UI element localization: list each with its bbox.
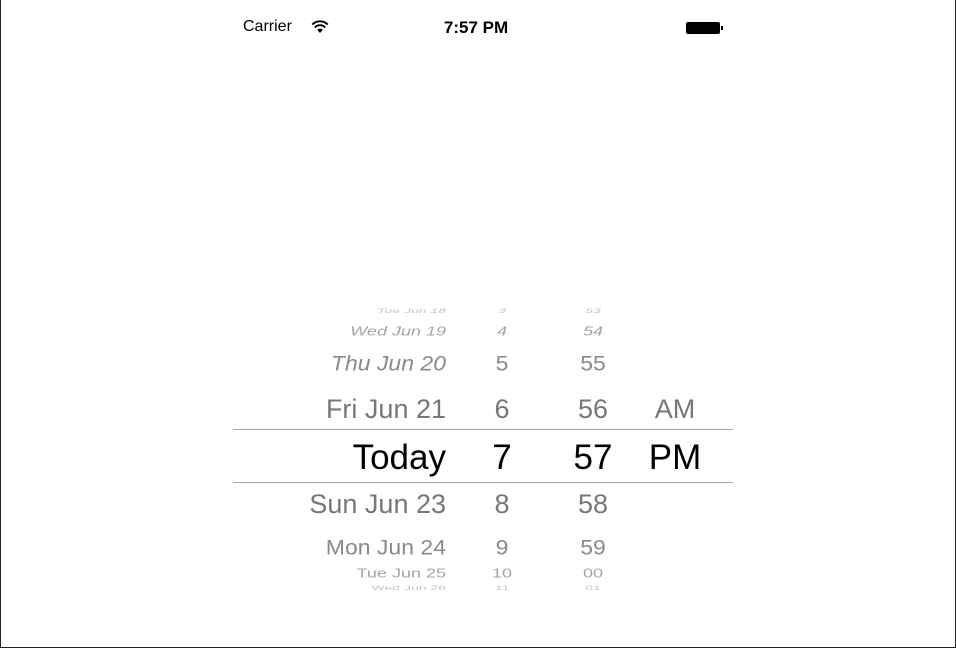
minute-cell[interactable]: 53 (573, 307, 613, 314)
minute-cell[interactable]: 56 (573, 394, 613, 425)
ampm-cell[interactable]: AM (647, 394, 703, 425)
date-cell[interactable]: Tue Jun 25 (357, 566, 446, 581)
date-cell[interactable]: Sun Jun 23 (309, 489, 446, 520)
hour-cell[interactable]: 8 (487, 489, 517, 520)
status-bar: Carrier 7:57 PM (0, 0, 956, 40)
minute-cell[interactable]: 00 (573, 566, 613, 581)
hour-cell[interactable]: 10 (487, 566, 517, 581)
minute-cell[interactable]: 59 (573, 535, 613, 560)
hour-cell[interactable]: 3 (487, 307, 517, 314)
date-cell[interactable]: Wed Jun 19 (350, 324, 446, 339)
status-time: 7:57 PM (443, 18, 509, 37)
minute-cell[interactable]: 54 (573, 324, 613, 339)
date-cell[interactable]: Wed Jun 26 (372, 584, 446, 591)
selected-minute[interactable]: 57 (573, 438, 613, 478)
minute-cell[interactable]: 55 (573, 351, 613, 376)
hour-cell[interactable]: 4 (487, 324, 517, 339)
selected-ampm[interactable]: PM (647, 438, 703, 478)
selected-date[interactable]: Today (353, 438, 446, 478)
hour-cell[interactable]: 9 (487, 535, 517, 560)
selection-top-line (233, 429, 733, 430)
date-cell[interactable]: Mon Jun 24 (326, 535, 446, 560)
date-time-picker[interactable]: Tue Jun 18 3 53 Wed Jun 19 4 54 Thu Jun … (233, 300, 733, 610)
date-cell[interactable]: Fri Jun 21 (326, 394, 446, 425)
minute-cell[interactable]: 01 (573, 584, 613, 591)
date-cell[interactable]: Thu Jun 20 (331, 351, 446, 376)
date-cell[interactable]: Tue Jun 18 (377, 307, 446, 314)
battery-icon (686, 22, 723, 34)
hour-cell[interactable]: 11 (487, 584, 517, 591)
selection-bottom-line (233, 482, 733, 483)
hour-cell[interactable]: 5 (487, 351, 517, 376)
selected-hour[interactable]: 7 (487, 438, 517, 478)
hour-cell[interactable]: 6 (487, 394, 517, 425)
minute-cell[interactable]: 58 (573, 489, 613, 520)
